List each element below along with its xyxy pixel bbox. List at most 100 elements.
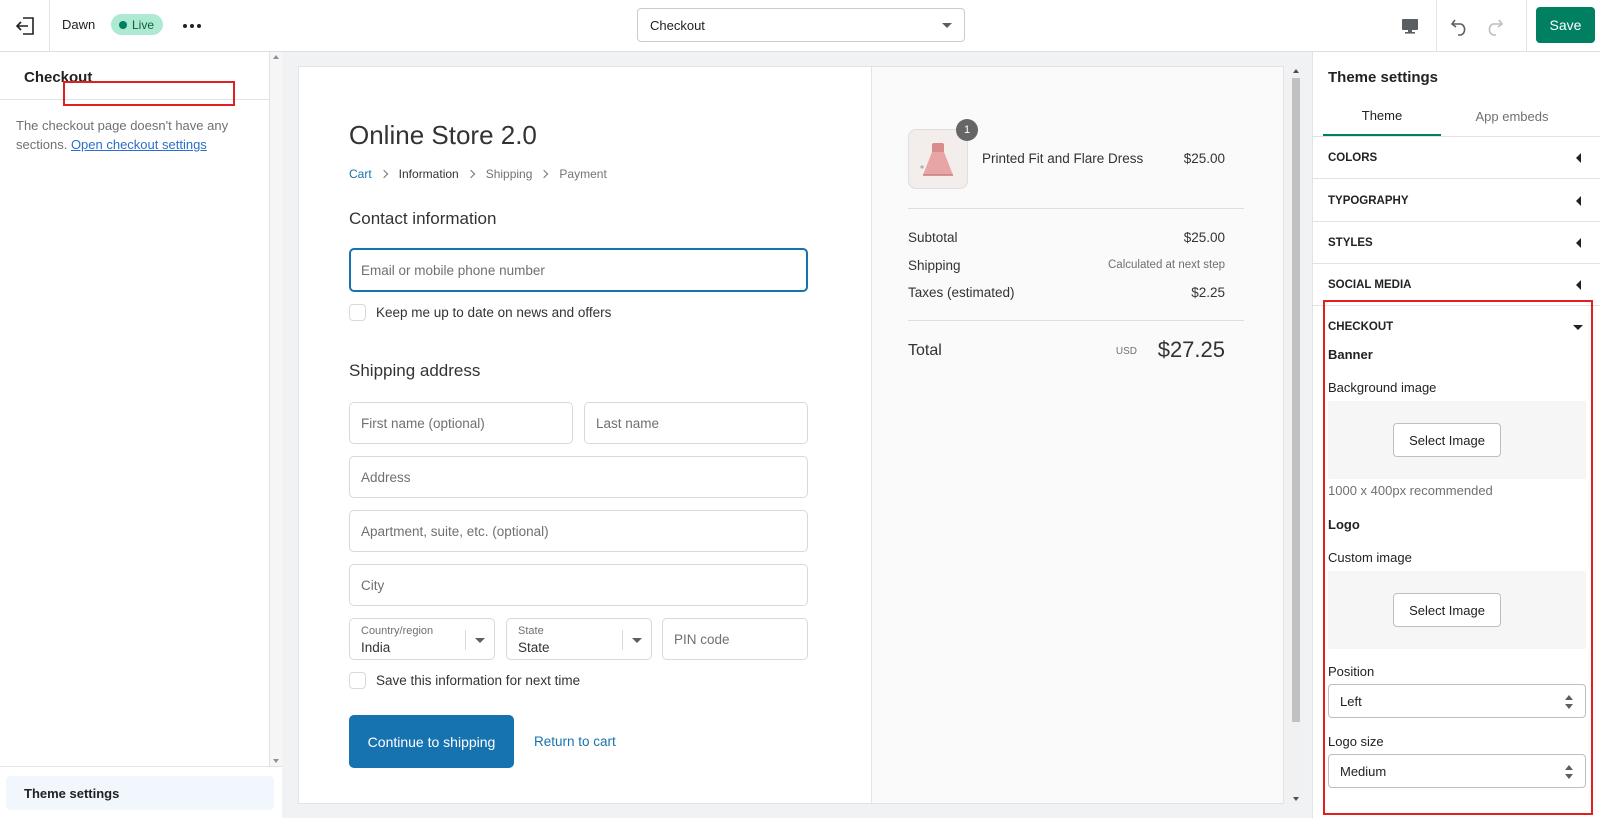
breadcrumb-shipping: Shipping [485,167,533,181]
caret-left-icon [1576,238,1581,248]
caret-left-icon [1576,196,1581,206]
save-button[interactable]: Save [1536,7,1595,43]
caret-left-icon [1576,280,1581,290]
left-sidebar: Checkout The checkout page doesn't have … [0,52,270,818]
city-field[interactable]: City [349,564,808,606]
highlight-box [1323,300,1593,815]
section-typography-label: TYPOGRAPHY [1328,194,1409,207]
total-value: $27.25 [1157,337,1225,362]
first-name-field[interactable]: First name (optional) [349,402,573,444]
chevron-down-icon [632,638,642,643]
redo-button[interactable] [1480,12,1508,40]
more-actions-button[interactable] [178,14,206,38]
caret-left-icon [1576,153,1581,163]
sidebar-scrollbar[interactable] [270,52,282,766]
scroll-up-icon [1293,69,1299,73]
exit-icon [15,16,34,35]
chevron-right-icon [540,169,549,179]
divider [1436,0,1437,51]
subtotal-label: Subtotal [908,230,958,245]
shipping-value: Calculated at next step [1108,259,1225,271]
product-name: Printed Fit and Flare Dress [982,151,1144,166]
top-bar: Dawn Live Checkout Save [0,0,1600,52]
subtotal-value: $25.00 [1183,230,1225,245]
email-field[interactable]: Email or mobile phone number [349,248,808,292]
product-price: $25.00 [1183,151,1225,166]
newsletter-row: Keep me up to date on news and offers [349,304,611,321]
divider [465,630,466,650]
pin-code-field[interactable]: PIN code [662,618,808,660]
country-select[interactable]: Country/region India [349,618,495,660]
live-dot-icon [119,20,127,29]
section-colors-label: COLORS [1328,151,1378,164]
chevron-down-icon [475,638,485,643]
theme-settings-nav-item[interactable]: Theme settings [6,776,274,810]
divider [622,630,623,650]
redo-icon [1488,19,1504,36]
tab-app-embeds[interactable]: App embeds [1443,96,1581,136]
page-selector[interactable]: Checkout [637,8,965,42]
status-badge: Live [111,14,164,35]
more-dot-icon [183,24,187,28]
tab-theme[interactable]: Theme [1323,96,1441,136]
scrollbar-thumb[interactable] [1292,78,1300,722]
newsletter-label: Keep me up to date on news and offers [376,305,612,320]
sidebar-footer: Theme settings [0,766,282,818]
section-typography[interactable]: TYPOGRAPHY [1313,180,1600,222]
total-currency: USD [1115,346,1137,357]
section-social-media-label: SOCIAL MEDIA [1328,278,1412,291]
save-info-label: Save this information for next time [376,673,581,688]
chevron-right-icon [379,169,388,179]
page-selector-value: Checkout [650,17,705,33]
address-field[interactable]: Address [349,456,808,498]
return-to-cart-link[interactable]: Return to cart [534,734,616,749]
breadcrumb: Cart Information Shipping Payment [349,167,607,181]
quantity-badge: 1 [956,119,978,141]
undo-icon [1450,19,1466,36]
last-name-field[interactable]: Last name [584,402,808,444]
save-info-checkbox[interactable] [349,672,366,689]
chevron-down-icon [942,22,952,28]
desktop-preview-button[interactable] [1396,12,1424,40]
more-dot-icon [197,24,201,28]
open-checkout-settings-link[interactable]: Open checkout settings [71,137,207,152]
dress-image [920,143,953,176]
highlight-box [63,81,235,106]
more-dot-icon [190,24,194,28]
chevron-right-icon [466,169,475,179]
continue-to-shipping-button[interactable]: Continue to shipping [349,715,514,768]
scroll-up-icon [273,55,279,59]
breadcrumb-payment: Payment [559,167,607,181]
divider [1526,0,1527,51]
shipping-label: Shipping [908,258,961,273]
shipping-title: Shipping address [349,361,481,380]
breadcrumb-information: Information [398,167,459,181]
scroll-down-icon [1293,797,1299,801]
exit-editor-button[interactable] [0,0,50,51]
apartment-field[interactable]: Apartment, suite, etc. (optional) [349,510,808,552]
desktop-icon [1402,19,1418,34]
section-styles-label: STYLES [1328,236,1373,249]
save-info-row: Save this information for next time [349,672,580,689]
newsletter-checkbox[interactable] [349,304,366,321]
section-colors[interactable]: COLORS [1313,137,1600,179]
checkout-preview: Online Store 2.0 Cart Information Shippi… [298,66,1284,804]
undo-button[interactable] [1446,12,1474,40]
panel-title: Theme settings [1328,69,1439,86]
store-name: Online Store 2.0 [349,120,537,150]
preview-scrollbar[interactable] [1290,66,1302,804]
taxes-value: $2.25 [1191,285,1225,300]
total-label: Total [908,342,942,359]
breadcrumb-cart[interactable]: Cart [349,167,372,181]
taxes-label: Taxes (estimated) [908,285,1015,300]
section-styles[interactable]: STYLES [1313,222,1600,264]
sidebar-message: The checkout page doesn't have any secti… [16,116,244,154]
status-badge-label: Live [132,17,155,32]
contact-title: Contact information [349,209,497,228]
state-select[interactable]: State State [506,618,652,660]
scroll-down-icon [273,759,279,763]
order-summary: 1 Printed Fit and Flare Dress $25.00 Sub… [871,67,1283,803]
divider [908,320,1244,321]
theme-name: Dawn [62,17,96,32]
divider [908,208,1244,209]
